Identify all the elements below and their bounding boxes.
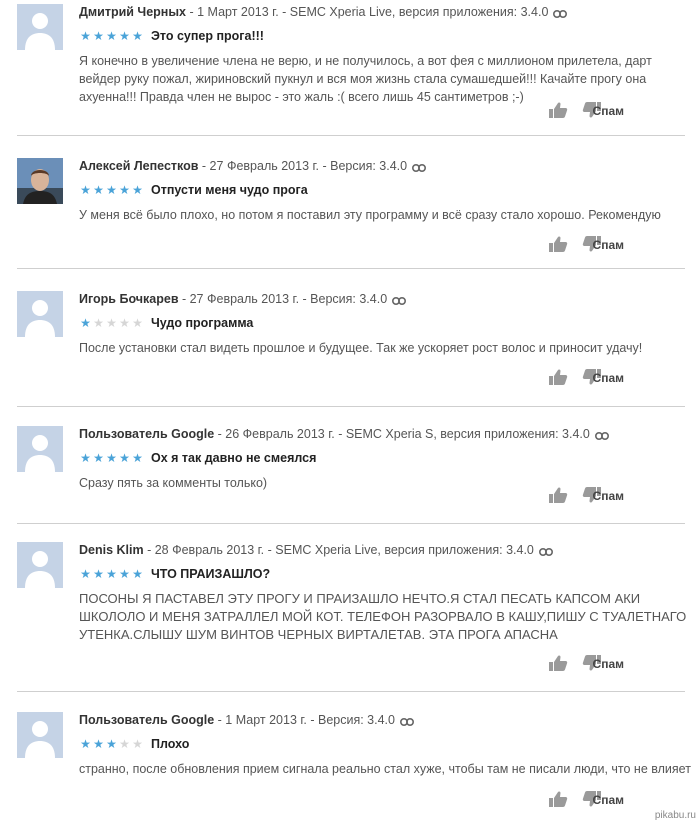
review-title: Плохо — [151, 737, 190, 751]
review-date-device: - 28 Февраль 2013 г. - SEMC Xperia Live,… — [143, 543, 534, 557]
user-avatar — [17, 291, 63, 337]
star-filled-icon: ★ — [80, 316, 91, 330]
star-empty-icon: ★ — [119, 737, 130, 751]
star-filled-icon: ★ — [93, 567, 104, 581]
user-avatar — [17, 158, 63, 204]
divider — [17, 691, 685, 692]
review-date-device: - 1 Март 2013 г. - SEMC Xperia Live, вер… — [185, 5, 549, 19]
star-empty-icon: ★ — [93, 316, 104, 330]
star-filled-icon: ★ — [80, 567, 91, 581]
star-filled-icon: ★ — [106, 567, 117, 581]
thumbs-up-icon[interactable] — [548, 486, 568, 509]
spam-button[interactable]: Спам — [593, 371, 624, 385]
review-author[interactable]: Игорь Бочкарев — [79, 292, 179, 306]
review-title: Это супер прога!!! — [151, 29, 264, 43]
review-meta: Пользователь Google - 1 Март 2013 г. - В… — [79, 712, 692, 730]
permalink-icon[interactable] — [594, 428, 609, 444]
star-rating: ★ ★ ★ ★ ★ — [79, 737, 145, 751]
star-filled-icon: ★ — [132, 451, 143, 465]
star-empty-icon: ★ — [132, 316, 143, 330]
thumbs-up-icon[interactable] — [548, 235, 568, 258]
user-avatar — [17, 426, 63, 472]
spam-button[interactable]: Спам — [593, 104, 624, 118]
review-meta: Алексей Лепестков - 27 Февраль 2013 г. -… — [79, 158, 692, 176]
review-date-device: - 26 Февраль 2013 г. - SEMC Xperia S, ве… — [214, 427, 590, 441]
user-avatar — [17, 542, 63, 588]
thumbs-up-icon[interactable] — [548, 101, 568, 124]
star-filled-icon: ★ — [132, 29, 143, 43]
review-text: странно, после обновления прием сигнала … — [79, 762, 691, 776]
star-filled-icon: ★ — [119, 29, 130, 43]
divider — [17, 523, 685, 524]
review-meta: Пользователь Google - 26 Февраль 2013 г.… — [79, 426, 692, 444]
star-rating: ★ ★ ★ ★ ★ — [79, 316, 145, 330]
review-title: ЧТО ПРАИЗАШЛО? — [151, 567, 271, 581]
thumbs-up-icon[interactable] — [548, 368, 568, 391]
star-filled-icon: ★ — [80, 451, 91, 465]
divider — [17, 268, 685, 269]
divider — [17, 135, 685, 136]
review-text: Я конечно в увеличение члена не верю, и … — [79, 54, 652, 104]
star-empty-icon: ★ — [106, 316, 117, 330]
review-text: У меня всё было плохо, но потом я постав… — [79, 208, 661, 222]
review-meta: Denis Klim - 28 Февраль 2013 г. - SEMC X… — [79, 542, 692, 560]
spam-button[interactable]: Спам — [593, 657, 624, 671]
permalink-icon[interactable] — [399, 714, 414, 730]
star-filled-icon: ★ — [106, 737, 117, 751]
spam-button[interactable]: Спам — [593, 489, 624, 503]
review-title: Ох я так давно не смеялся — [151, 451, 317, 465]
star-filled-icon: ★ — [80, 183, 91, 197]
user-avatar — [17, 712, 63, 758]
review-title: Отпусти меня чудо прога — [151, 183, 308, 197]
star-filled-icon: ★ — [106, 451, 117, 465]
star-filled-icon: ★ — [93, 451, 104, 465]
divider — [17, 406, 685, 407]
star-rating: ★ ★ ★ ★ ★ — [79, 29, 145, 43]
permalink-icon[interactable] — [392, 293, 407, 309]
review-date-device: - 27 Февраль 2013 г. - Версия: 3.4.0 — [198, 159, 408, 173]
spam-button[interactable]: Спам — [593, 793, 624, 807]
star-empty-icon: ★ — [132, 737, 143, 751]
user-avatar — [17, 4, 63, 50]
review-date-device: - 27 Февраль 2013 г. - Версия: 3.4.0 — [178, 292, 388, 306]
review-text: ПОСОНЫ Я ПАСТАВЕЛ ЭТУ ПРОГУ И ПРАИЗАШЛО … — [79, 591, 687, 642]
star-rating: ★ ★ ★ ★ ★ — [79, 183, 145, 197]
star-filled-icon: ★ — [93, 29, 104, 43]
review-author[interactable]: Алексей Лепестков — [79, 159, 198, 173]
star-filled-icon: ★ — [106, 183, 117, 197]
review-meta: Дмитрий Черных - 1 Март 2013 г. - SEMC X… — [79, 4, 692, 22]
star-filled-icon: ★ — [119, 183, 130, 197]
permalink-icon[interactable] — [538, 544, 553, 560]
watermark: pikabu.ru — [654, 810, 696, 821]
review-meta: Игорь Бочкарев - 27 Февраль 2013 г. - Ве… — [79, 291, 692, 309]
review-text: После установки стал видеть прошлое и бу… — [79, 341, 643, 355]
star-filled-icon: ★ — [132, 567, 143, 581]
star-filled-icon: ★ — [93, 183, 104, 197]
star-filled-icon: ★ — [132, 183, 143, 197]
review-author[interactable]: Дмитрий Черных — [79, 5, 186, 19]
star-filled-icon: ★ — [119, 567, 130, 581]
star-empty-icon: ★ — [119, 316, 130, 330]
spam-button[interactable]: Спам — [593, 238, 624, 252]
star-filled-icon: ★ — [93, 737, 104, 751]
thumbs-up-icon[interactable] — [548, 654, 568, 677]
review-date-device: - 1 Март 2013 г. - Версия: 3.4.0 — [214, 713, 395, 727]
review-author[interactable]: Denis Klim — [79, 543, 144, 557]
permalink-icon[interactable] — [553, 6, 568, 22]
permalink-icon[interactable] — [412, 160, 427, 176]
star-filled-icon: ★ — [80, 737, 91, 751]
review-author[interactable]: Пользователь Google — [79, 713, 214, 727]
review-title: Чудо программа — [151, 316, 254, 330]
star-filled-icon: ★ — [119, 451, 130, 465]
star-rating: ★ ★ ★ ★ ★ — [79, 451, 145, 465]
star-filled-icon: ★ — [106, 29, 117, 43]
review-author[interactable]: Пользователь Google — [79, 427, 214, 441]
star-filled-icon: ★ — [80, 29, 91, 43]
star-rating: ★ ★ ★ ★ ★ — [79, 567, 145, 581]
thumbs-up-icon[interactable] — [548, 790, 568, 813]
